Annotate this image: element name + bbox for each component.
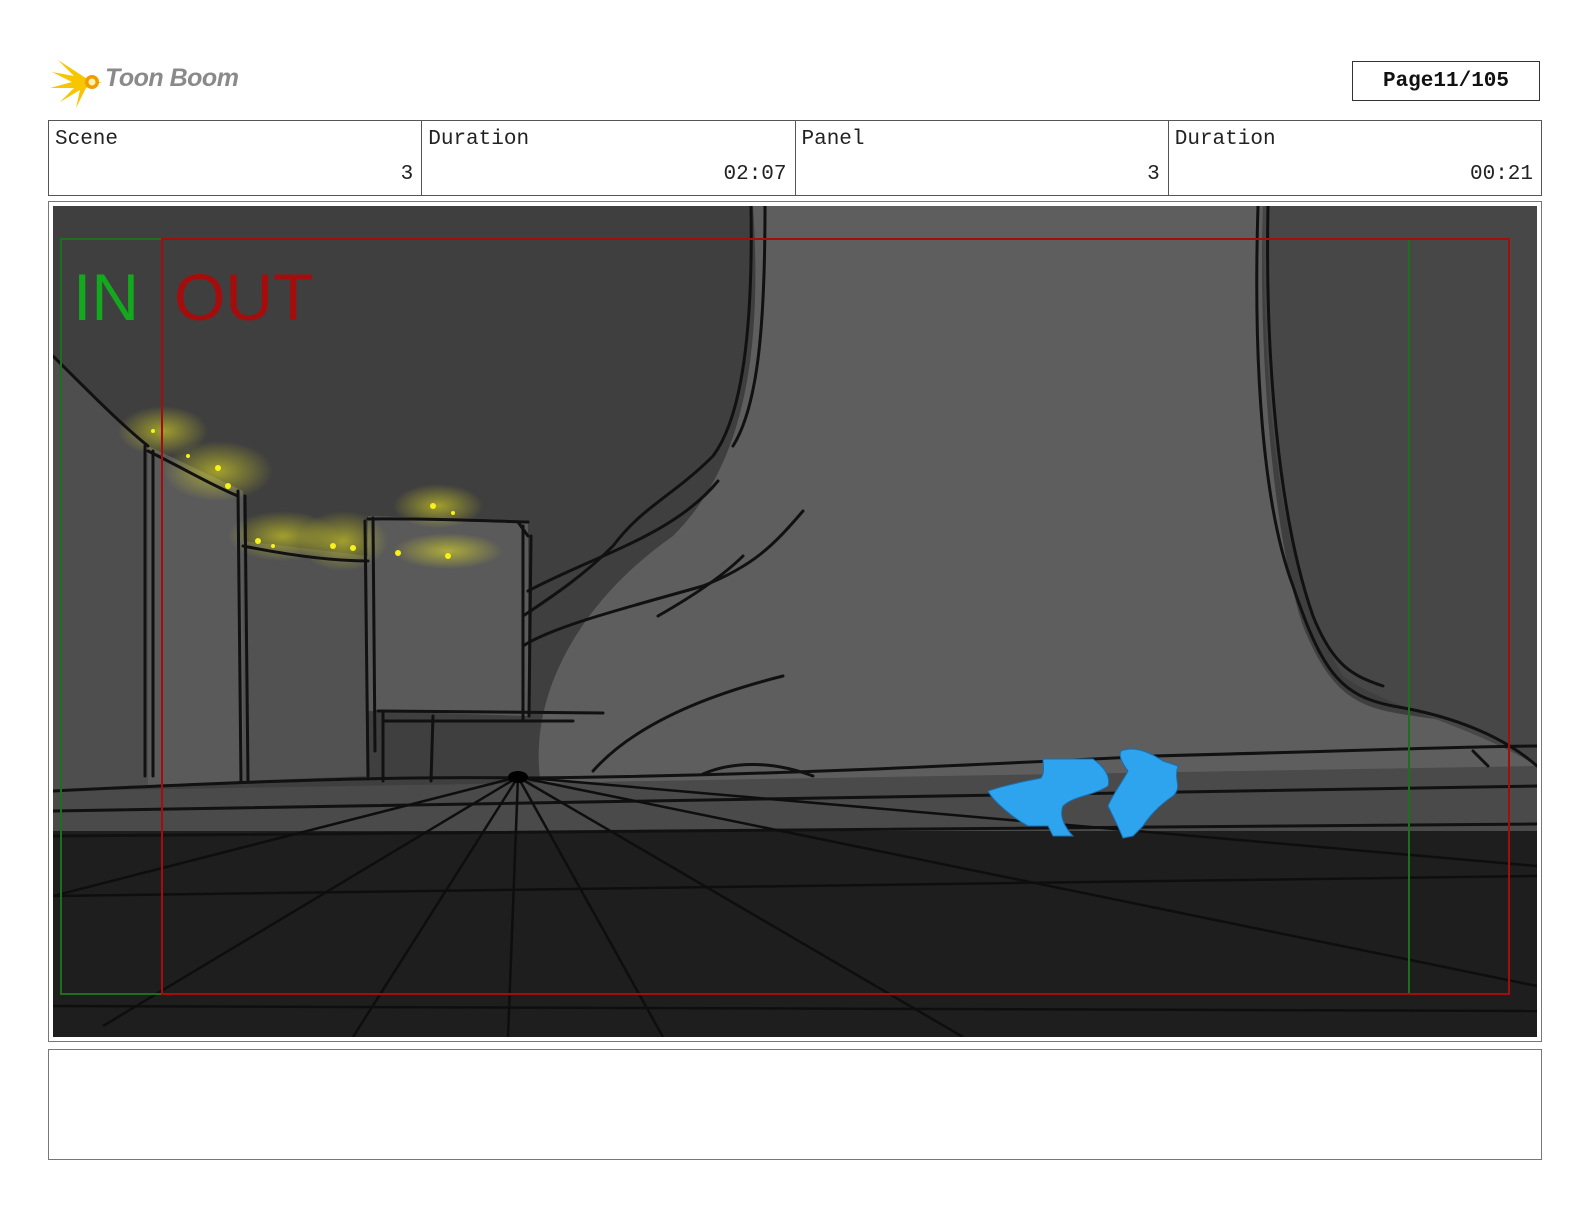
glow-6 xyxy=(393,533,503,569)
scene-duration-label: Duration xyxy=(428,128,530,151)
panel-label: Panel xyxy=(801,128,865,151)
panel-duration-label: Duration xyxy=(1174,128,1276,151)
panel-notes-box[interactable] xyxy=(48,1049,1542,1160)
building-low xyxy=(243,541,368,781)
scene-label: Scene xyxy=(55,128,119,151)
toon-boom-logo: Toon Boom xyxy=(50,54,250,110)
scene-value: 3 xyxy=(400,163,414,186)
storyboard-panel-frame: IN OUT xyxy=(48,201,1542,1042)
in-label: IN xyxy=(73,260,139,334)
panel-info-table: Scene 3 Duration 02:07 Panel 3 Duration … xyxy=(48,120,1542,196)
scene-duration-cell: Duration 02:07 xyxy=(422,121,796,195)
panel-duration-cell: Duration 00:21 xyxy=(1169,121,1541,195)
page-label: Page xyxy=(1382,69,1434,93)
scene-cell: Scene 3 xyxy=(49,121,423,195)
vanishing-point xyxy=(508,771,528,783)
out-label: OUT xyxy=(174,260,313,334)
panel-duration-value: 00:21 xyxy=(1469,163,1533,186)
page-number: 11/105 xyxy=(1433,69,1510,93)
storyboard-sketch: IN OUT xyxy=(53,206,1537,1037)
page-indicator: Page 11/105 xyxy=(1352,61,1540,101)
panel-cell: Panel 3 xyxy=(796,121,1169,195)
starburst-icon xyxy=(50,60,102,108)
panel-value: 3 xyxy=(1147,163,1160,186)
scene-duration-value: 02:07 xyxy=(723,163,787,186)
logo-text: Toon Boom xyxy=(105,64,239,92)
